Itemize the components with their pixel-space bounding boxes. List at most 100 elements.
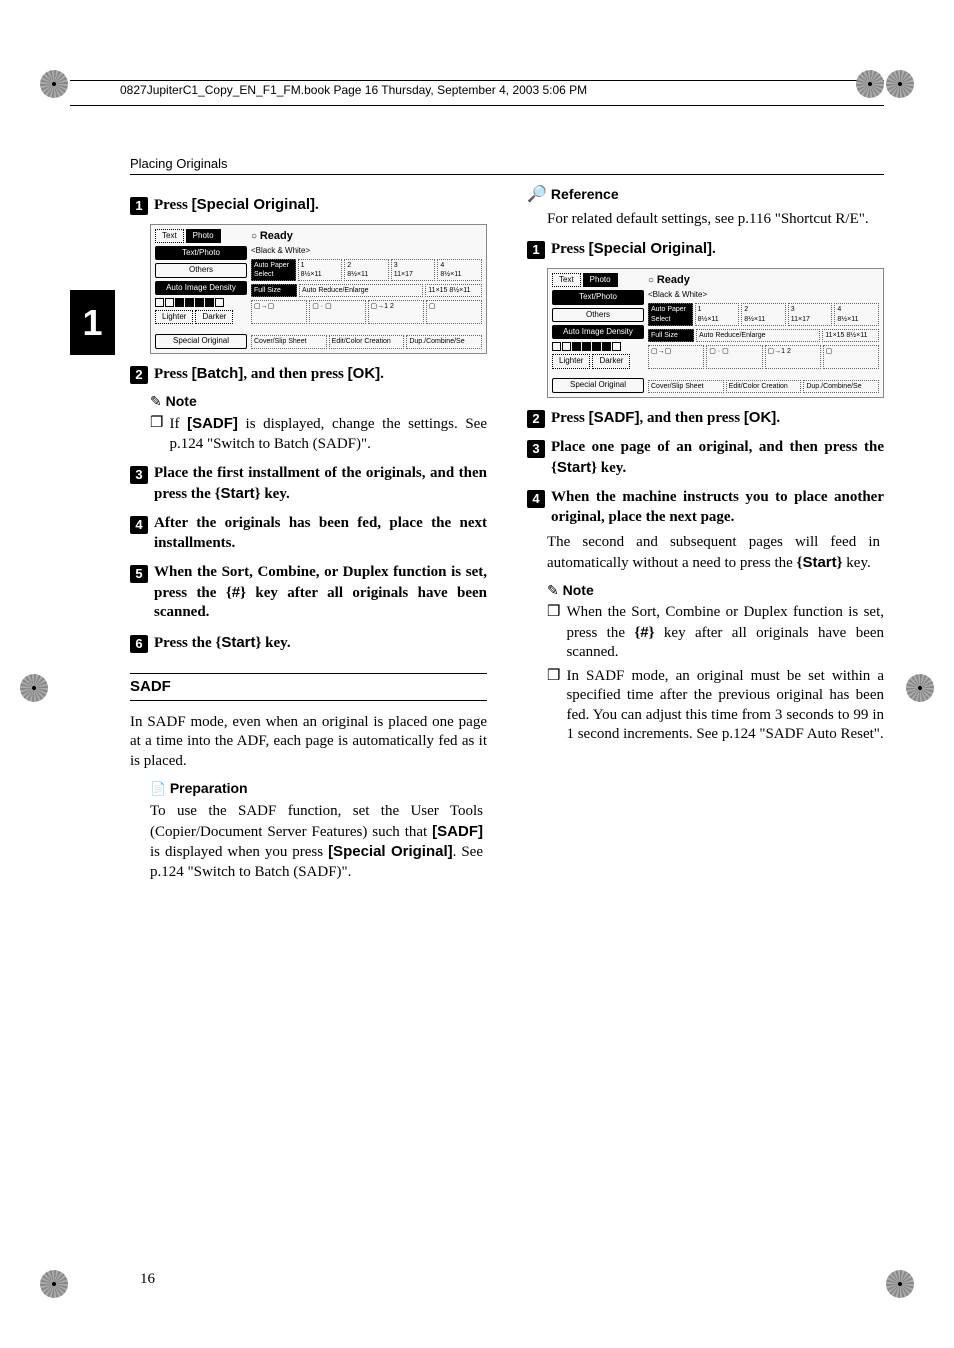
step-6: 6 Press the Start key. [130, 633, 487, 654]
reference-icon: 🔎 [527, 186, 547, 203]
dup-combine-button: Dup./Combine/Se [406, 335, 482, 348]
others-button: Others [552, 308, 644, 322]
registration-mark-icon [856, 70, 884, 98]
darker-button: Darker [195, 310, 233, 324]
lighter-button: Lighter [552, 354, 590, 368]
page-number: 16 [140, 1271, 155, 1288]
note-item: ❒ If [SADF] is displayed, change the set… [150, 414, 487, 454]
note-item: ❒ In SADF mode, an original must be set … [547, 667, 884, 745]
sadf-heading: SADF [130, 673, 487, 701]
step-text: Press [154, 197, 192, 213]
start-key: Start [215, 634, 261, 651]
step-number-icon: 3 [130, 466, 148, 484]
special-original-key: [Special Original] [589, 240, 712, 257]
file-info: 0827JupiterC1_Copy_EN_F1_FM.book Page 16… [120, 83, 587, 97]
auto-paper-button: Auto Paper Select [648, 303, 693, 325]
step-number-icon: 2 [527, 410, 545, 428]
density-scale [155, 298, 247, 307]
preparation-heading: Preparation [150, 779, 487, 798]
chapter-tab: 1 [70, 290, 115, 355]
pdf-header: 0827JupiterC1_Copy_EN_F1_FM.book Page 16… [70, 80, 884, 106]
note-heading: Note [150, 392, 487, 410]
reference-body: For related default settings, see p.116 … [547, 210, 880, 230]
auto-image-density-button: Auto Image Density [552, 325, 644, 339]
reference-heading: 🔎Reference [527, 185, 884, 206]
special-original-button: Special Original [552, 378, 644, 392]
orientation-icon: ▢→▢ [648, 345, 704, 369]
ready-label: Ready [260, 230, 293, 242]
sadf-key: [SADF] [187, 415, 238, 432]
darker-button: Darker [592, 354, 630, 368]
registration-mark-icon [886, 70, 914, 98]
textphoto-button: Text/Photo [552, 290, 644, 304]
hash-key: # [634, 624, 654, 641]
step-5: 5 When the Sort, Combine, or Duplex func… [130, 563, 487, 623]
step-3: 3 Place the first installment of the ori… [130, 464, 487, 504]
step-number-icon: 1 [130, 197, 148, 215]
textphoto-button: Text/Photo [155, 246, 247, 260]
registration-mark-icon [40, 1270, 68, 1298]
batch-key: [Batch] [192, 365, 244, 382]
mode-label: <Black & White> [251, 246, 482, 256]
step-number-icon: 6 [130, 635, 148, 653]
preparation-body: To use the SADF function, set the User T… [150, 802, 483, 882]
section-header: Placing Originals [130, 156, 884, 175]
ok-key: [OK] [744, 409, 777, 426]
registration-mark-icon [40, 70, 68, 98]
note-heading: Note [547, 581, 884, 599]
orientation-icon: ▢→▢ [251, 300, 307, 324]
registration-mark-icon [906, 674, 934, 702]
step-number-icon: 2 [130, 366, 148, 384]
photo-tab: Photo [583, 273, 618, 287]
right-column: 🔎Reference For related default settings,… [527, 185, 884, 882]
start-key: Start [215, 485, 261, 502]
step-number-icon: 4 [130, 516, 148, 534]
cover-slip-button: Cover/Slip Sheet [648, 380, 724, 393]
step-4: 4 When the machine instructs you to plac… [527, 488, 884, 527]
full-size-button: Full Size [648, 329, 694, 342]
bullet-icon: ❒ [547, 603, 560, 663]
page: 0827JupiterC1_Copy_EN_F1_FM.book Page 16… [0, 0, 954, 1348]
auto-reduce-enlarge-button: Auto Reduce/Enlarge [696, 329, 820, 342]
others-button: Others [155, 263, 247, 277]
sadf-key: [SADF] [589, 409, 640, 426]
step-2: 2 Press [Batch], and then press [OK]. [130, 364, 487, 385]
ready-label: Ready [657, 274, 690, 286]
sadf-key: [SADF] [432, 823, 483, 840]
start-key: Start [551, 459, 597, 476]
photo-tab: Photo [186, 229, 221, 243]
edit-color-button: Edit/Color Creation [726, 380, 802, 393]
start-key: Start [797, 554, 843, 571]
auto-paper-button: Auto Paper Select [251, 259, 296, 281]
ok-key: [OK] [348, 365, 381, 382]
step-4-body: The second and subsequent pages will fee… [547, 533, 880, 573]
bullet-icon: ❒ [547, 667, 560, 745]
edit-color-button: Edit/Color Creation [329, 335, 405, 348]
special-original-key: [Special Original] [328, 843, 453, 860]
dup-combine-button: Dup./Combine/Se [803, 380, 879, 393]
step-number-icon: 5 [130, 565, 148, 583]
special-original-key: [Special Original] [192, 196, 315, 213]
step-number-icon: 4 [527, 490, 545, 508]
control-panel-screenshot: Text Photo Text/Photo Others Auto Image … [150, 224, 487, 354]
step-number-icon: 1 [527, 241, 545, 259]
step-4: 4 After the originals has been fed, plac… [130, 514, 487, 553]
control-panel-screenshot: Text Photo Text/Photo Others Auto Image … [547, 268, 884, 398]
step-text: . [315, 197, 319, 213]
bullet-icon: ❒ [150, 414, 163, 454]
sadf-body: In SADF mode, even when an original is p… [130, 713, 487, 772]
registration-mark-icon [886, 1270, 914, 1298]
step-1: 1 Press [Special Original]. [130, 195, 487, 216]
step-2: 2 Press [SADF], and then press [OK]. [527, 408, 884, 429]
auto-image-density-button: Auto Image Density [155, 281, 247, 295]
step-number-icon: 3 [527, 440, 545, 458]
mode-label: <Black & White> [648, 290, 879, 300]
step-1: 1 Press [Special Original]. [527, 239, 884, 260]
full-size-button: Full Size [251, 284, 297, 297]
text-tab: Text [155, 229, 184, 243]
text-tab: Text [552, 273, 581, 287]
hash-key: # [226, 584, 246, 601]
step-3: 3 Place one page of an original, and the… [527, 438, 884, 478]
special-original-button: Special Original [155, 334, 247, 348]
auto-reduce-enlarge-button: Auto Reduce/Enlarge [299, 284, 423, 297]
